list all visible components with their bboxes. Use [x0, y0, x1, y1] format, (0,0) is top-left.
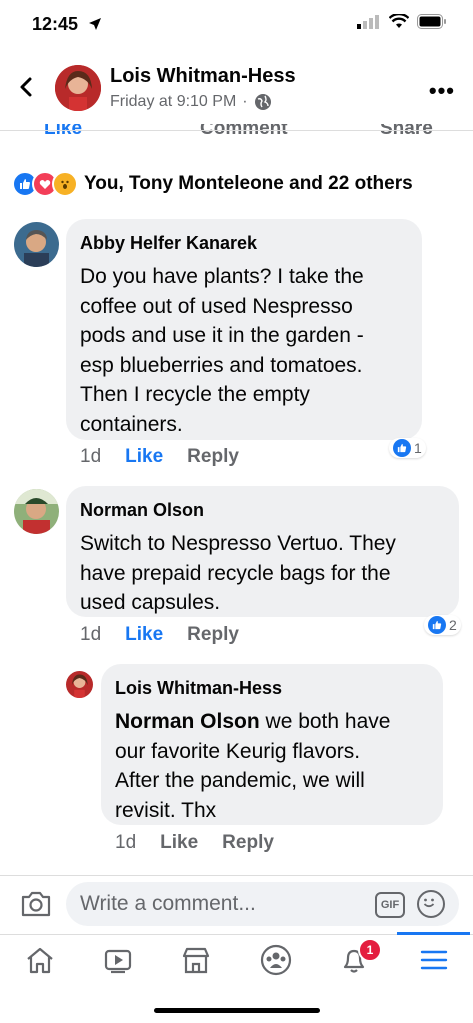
active-tab-indicator [397, 932, 470, 935]
gif-icon[interactable]: GIF [375, 892, 405, 918]
comment-reply-button[interactable]: Reply [187, 446, 239, 468]
reply-text: Norman Olson we both have our favorite K… [115, 710, 391, 822]
post-share-button[interactable]: Share [380, 124, 433, 140]
menu-icon [420, 950, 448, 970]
reply-reply-button[interactable]: Reply [222, 832, 274, 854]
tab-home[interactable] [20, 940, 60, 980]
comment-bubble[interactable]: Abby Helfer Kanarek Do you have plants? … [66, 219, 422, 440]
post-like-button[interactable]: Like [44, 124, 82, 140]
back-icon [20, 77, 32, 97]
tab-menu[interactable] [414, 940, 454, 980]
commenter-avatar[interactable] [14, 222, 59, 267]
wow-reaction-icon [52, 171, 78, 197]
like-reaction-icon [393, 439, 411, 457]
reply-like-button[interactable]: Like [160, 832, 198, 854]
tab-notifications[interactable]: 1 [334, 938, 382, 980]
post-meta: Friday at 9:10 PM · [110, 93, 272, 111]
comment-input-placeholder: Write a comment... [80, 892, 256, 915]
comment-input[interactable]: Write a comment... GIF [66, 882, 459, 926]
tab-marketplace[interactable] [176, 940, 216, 980]
header-divider [0, 130, 473, 131]
reply-meta: 1d Like Reply [115, 832, 274, 854]
reply-age: 1d [115, 832, 137, 853]
like-reaction-icon [428, 616, 446, 634]
wifi-icon [389, 14, 409, 28]
reactions-summary-text: You, Tony Monteleone and 22 others [84, 173, 413, 194]
comment-meta: 1d Like Reply [80, 446, 239, 468]
comment-reaction-badge[interactable]: 2 [424, 615, 461, 635]
tab-groups[interactable] [256, 940, 296, 980]
comment-author[interactable]: Abby Helfer Kanarek [80, 233, 408, 254]
reactions-summary[interactable]: You, Tony Monteleone and 22 others [12, 171, 413, 197]
signal-icon [357, 14, 379, 29]
commenter-avatar[interactable] [14, 489, 59, 534]
post-timestamp[interactable]: Friday at 9:10 PM [110, 93, 236, 111]
notification-badge: 1 [358, 938, 382, 962]
comment-bubble[interactable]: Norman Olson Switch to Nespresso Vertuo.… [66, 486, 459, 617]
comment-reaction-badge[interactable]: 1 [389, 438, 426, 458]
status-time: 12:45 [32, 14, 79, 34]
marketplace-icon [182, 947, 210, 974]
tab-watch[interactable] [98, 940, 138, 980]
comment-age: 1d [80, 624, 102, 645]
home-indicator [154, 1008, 320, 1013]
globe-icon [254, 94, 271, 110]
home-icon [27, 947, 53, 974]
camera-button[interactable] [20, 889, 52, 919]
comment-text: Do you have plants? I take the coffee ou… [80, 265, 364, 436]
reply-avatar[interactable] [66, 671, 93, 698]
reaction-count: 2 [449, 617, 457, 633]
poster-avatar[interactable] [55, 65, 101, 111]
comment-like-button[interactable]: Like [125, 446, 163, 468]
location-arrow-icon [88, 17, 102, 36]
poster-name[interactable]: Lois Whitman-Hess [110, 65, 296, 88]
reply-bubble[interactable]: Lois Whitman-Hess Norman Olson we both h… [101, 664, 443, 825]
reaction-count: 1 [414, 440, 422, 456]
post-actions-row: Like Comment Share [0, 124, 473, 150]
watch-icon [104, 949, 132, 974]
comment-like-button[interactable]: Like [125, 624, 163, 646]
more-options-button[interactable]: ••• [429, 78, 455, 104]
meta-separator: · [242, 93, 248, 110]
composer-divider [0, 875, 473, 876]
comment-meta: 1d Like Reply [80, 624, 239, 646]
comment-reply-button[interactable]: Reply [187, 624, 239, 646]
post-comment-button[interactable]: Comment [200, 124, 288, 140]
back-button[interactable] [14, 70, 42, 104]
mention-link[interactable]: Norman Olson [115, 710, 260, 733]
comment-age: 1d [80, 446, 102, 467]
comment-text: Switch to Nespresso Vertuo. They have pr… [80, 532, 396, 614]
reply-author[interactable]: Lois Whitman-Hess [115, 678, 429, 699]
comment-author[interactable]: Norman Olson [80, 500, 445, 521]
camera-icon [21, 891, 51, 917]
groups-icon [260, 944, 292, 976]
status-icons [357, 14, 447, 29]
battery-icon [417, 14, 446, 29]
emoji-icon[interactable] [417, 890, 445, 918]
